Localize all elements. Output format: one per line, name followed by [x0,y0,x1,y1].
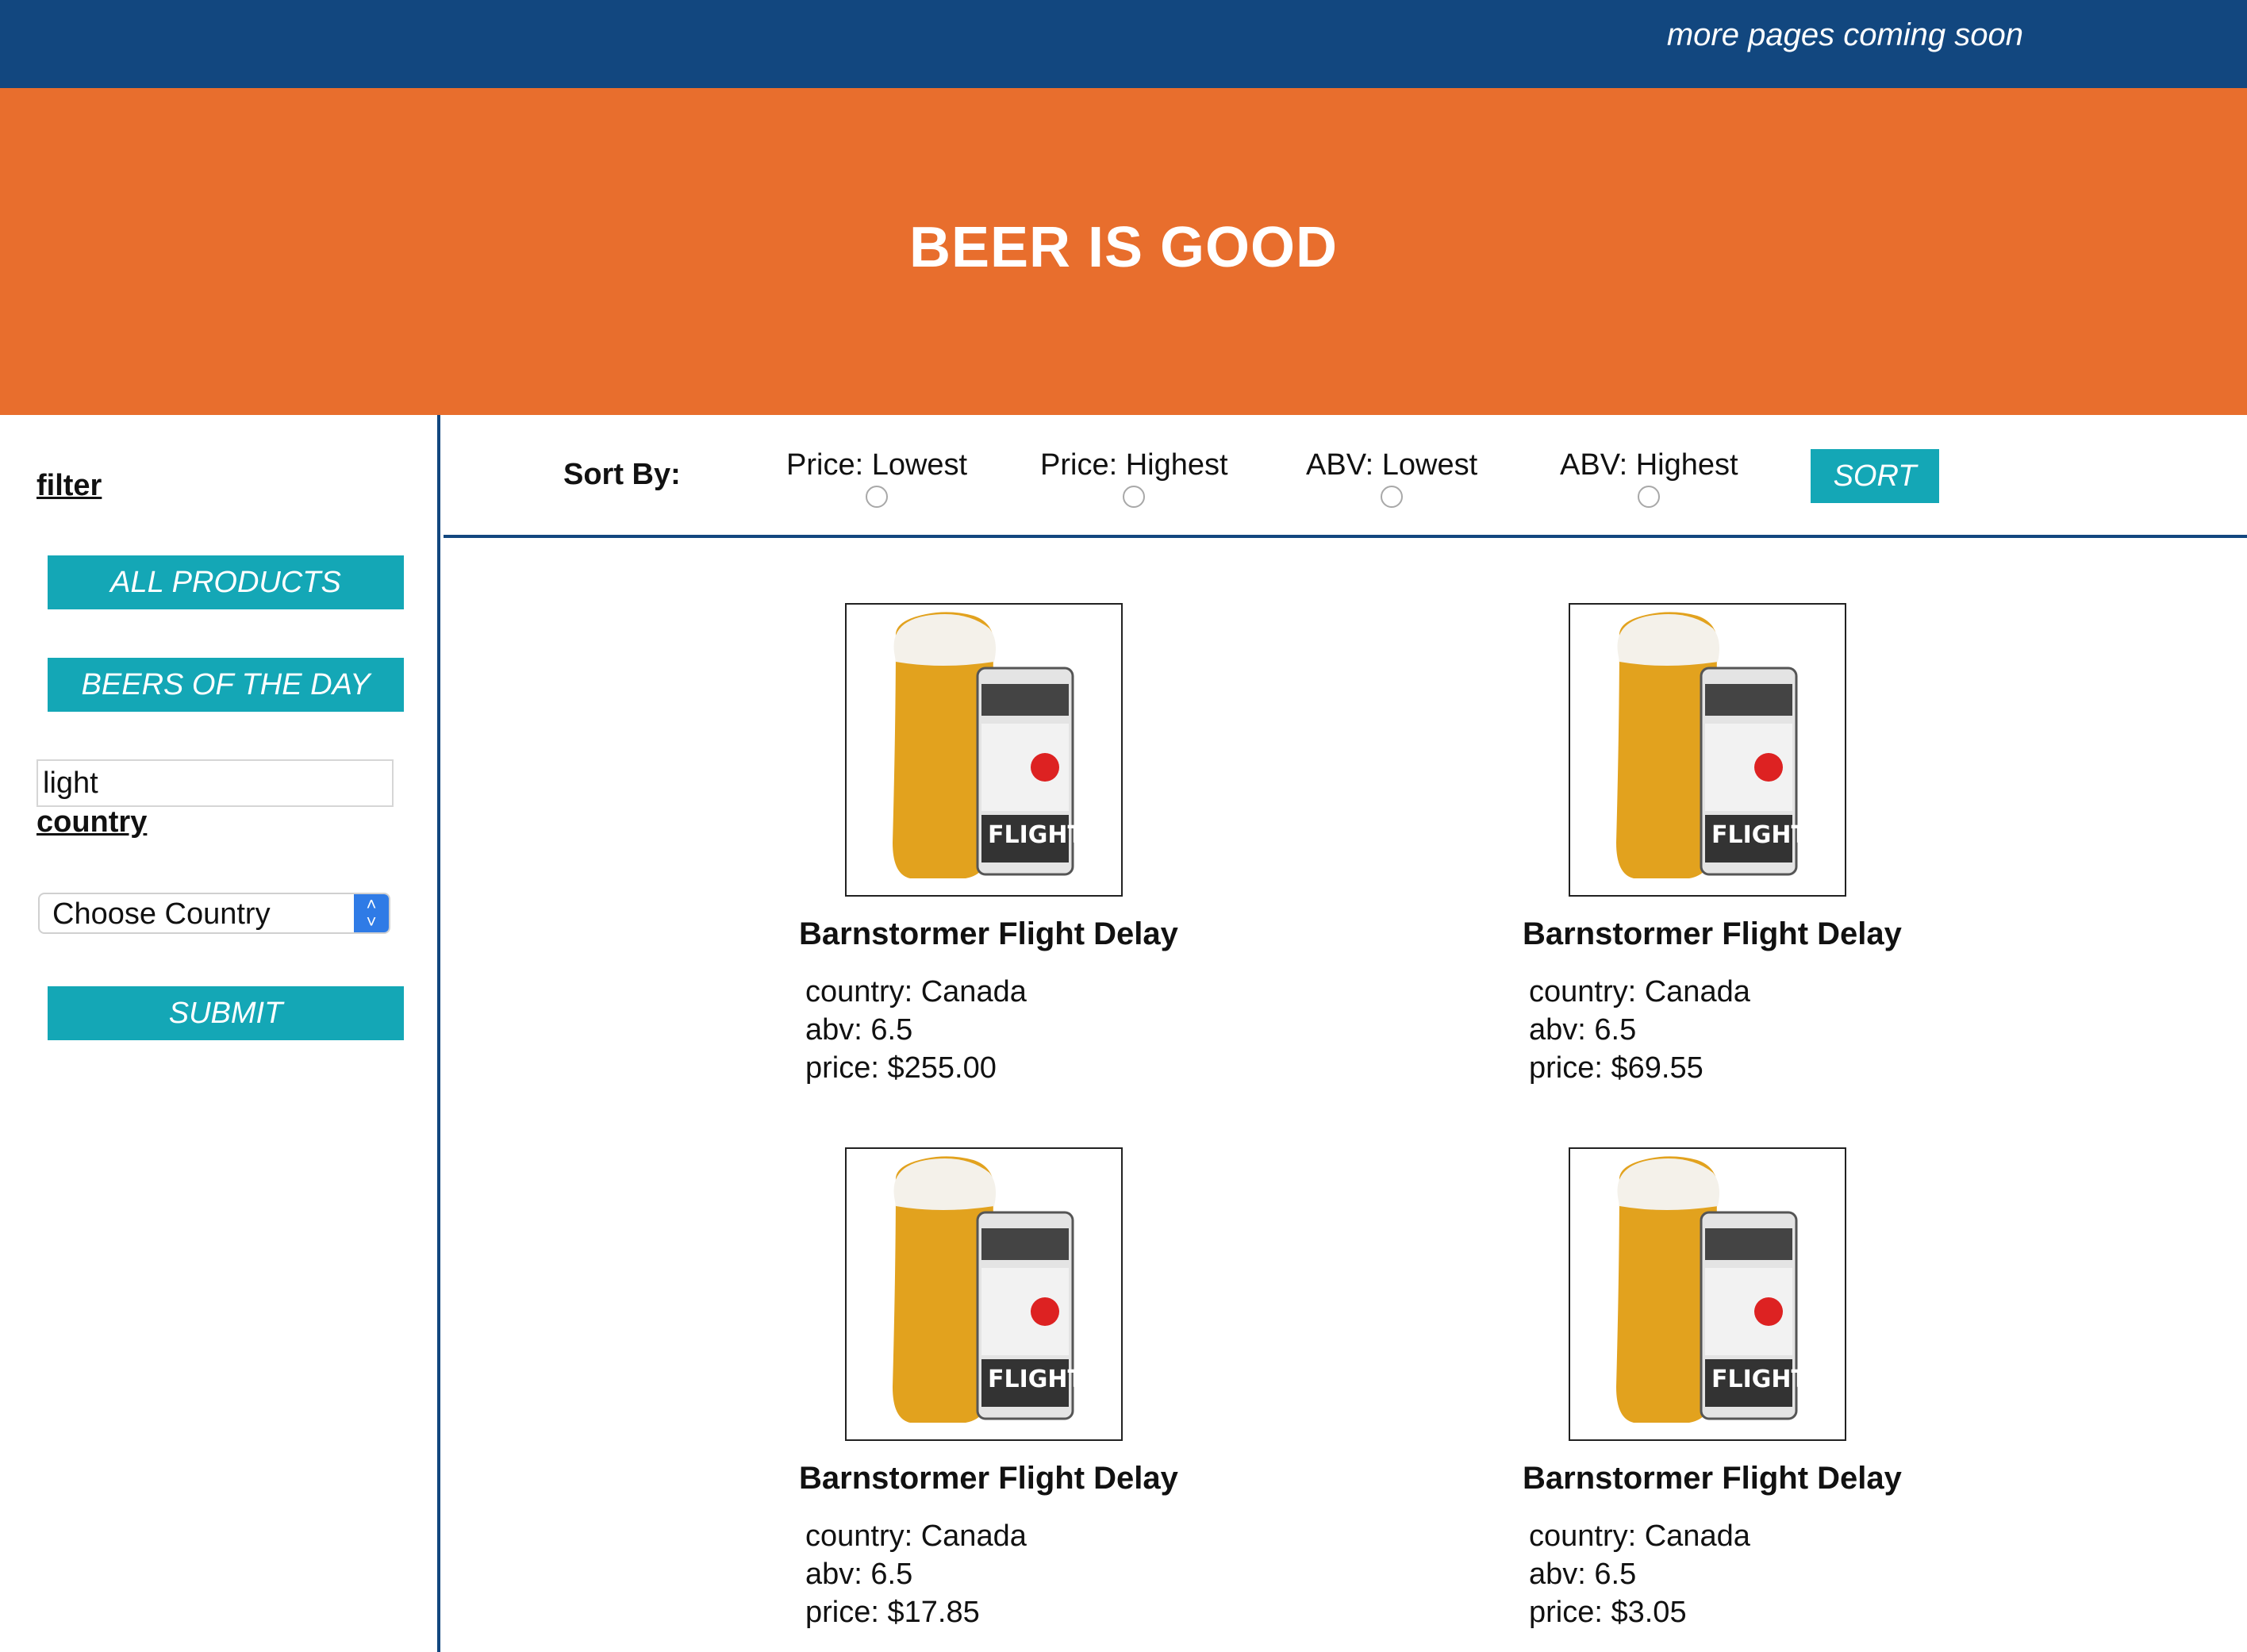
filter-sidebar: filter ALL PRODUCTS BEERS OF THE DAY cou… [0,415,440,1652]
svg-text:FLIGHT: FLIGHT [1711,821,1808,849]
product-country: country: Canada [805,975,1027,1008]
product-price: price: $3.05 [1529,1596,1687,1629]
country-select[interactable]: Choose Country ˄ ˅ [38,893,390,934]
svg-text:FLIGHT: FLIGHT [988,821,1085,849]
product-info: country: Canada abv: 6.5 price: $3.05 [1529,1517,1750,1631]
submit-button[interactable]: SUBMIT [48,986,404,1040]
sort-option-abv-lowest[interactable]: ABV: Lowest [1306,448,1477,508]
beer-glass-and-can-image: FLIGHT [893,612,1085,878]
product-country: country: Canada [1529,975,1750,1008]
select-arrows-icon: ˄ ˅ [354,894,389,932]
svg-text:FLIGHT: FLIGHT [988,1366,1085,1393]
sort-option-price-highest[interactable]: Price: Highest [1040,448,1228,508]
product-name[interactable]: Barnstormer Flight Delay [799,916,1178,952]
radio-button[interactable] [1638,486,1661,508]
sort-option-abv-highest[interactable]: ABV: Highest [1560,448,1738,508]
site-title: BEER IS GOOD [908,216,1339,279]
sort-option-label: Price: Highest [1040,448,1228,482]
product-image[interactable]: FLIGHT [1569,1147,1846,1441]
beer-glass-and-can-image: FLIGHT [1616,1156,1808,1423]
product-name[interactable]: Barnstormer Flight Delay [799,1461,1178,1496]
product-image[interactable]: FLIGHT [845,603,1123,897]
beer-glass-and-can-image: FLIGHT [893,1156,1085,1423]
product-price: price: $69.55 [1529,1051,1703,1085]
svg-text:FLIGHT: FLIGHT [1711,1366,1808,1393]
beer-glass-and-can-image: FLIGHT [1616,612,1808,878]
sort-option-label: ABV: Lowest [1306,448,1478,482]
radio-button[interactable] [866,486,889,508]
product-price: price: $255.00 [805,1051,997,1085]
sort-bar: Sort By: Price: Lowest Price: Highest AB… [444,415,2247,538]
product-price: price: $17.85 [805,1596,980,1629]
product-abv: abv: 6.5 [1529,1013,1637,1047]
sort-option-price-lowest[interactable]: Price: Lowest [786,448,967,508]
sort-by-label: Sort By: [563,458,681,491]
product-info: country: Canada abv: 6.5 price: $255.00 [805,973,1027,1087]
filter-heading: filter [36,469,102,502]
country-heading: country [36,805,148,839]
product-info: country: Canada abv: 6.5 price: $69.55 [1529,973,1750,1087]
radio-button[interactable] [1381,486,1404,508]
all-products-button[interactable]: ALL PRODUCTS [48,555,404,609]
product-country: country: Canada [1529,1519,1750,1553]
sort-button[interactable]: SORT [1811,449,1939,503]
product-abv: abv: 6.5 [805,1558,913,1591]
sort-option-label: ABV: Highest [1560,448,1738,482]
coming-soon-notice: more pages coming soon [1666,17,2023,52]
product-name[interactable]: Barnstormer Flight Delay [1523,916,1902,952]
hero-banner: BEER IS GOOD [0,88,2247,415]
sort-option-label: Price: Lowest [786,448,968,482]
product-abv: abv: 6.5 [1529,1558,1637,1591]
radio-button[interactable] [1123,486,1146,508]
beers-of-the-day-button[interactable]: BEERS OF THE DAY [48,658,404,712]
country-select-value: Choose Country [52,897,271,931]
product-abv: abv: 6.5 [805,1013,913,1047]
product-image[interactable]: FLIGHT [1569,603,1846,897]
top-nav-bar: more pages coming soon [0,0,2247,88]
product-info: country: Canada abv: 6.5 price: $17.85 [805,1517,1027,1631]
product-image[interactable]: FLIGHT [845,1147,1123,1441]
search-input[interactable] [36,759,394,807]
product-name[interactable]: Barnstormer Flight Delay [1523,1461,1902,1496]
product-country: country: Canada [805,1519,1027,1553]
